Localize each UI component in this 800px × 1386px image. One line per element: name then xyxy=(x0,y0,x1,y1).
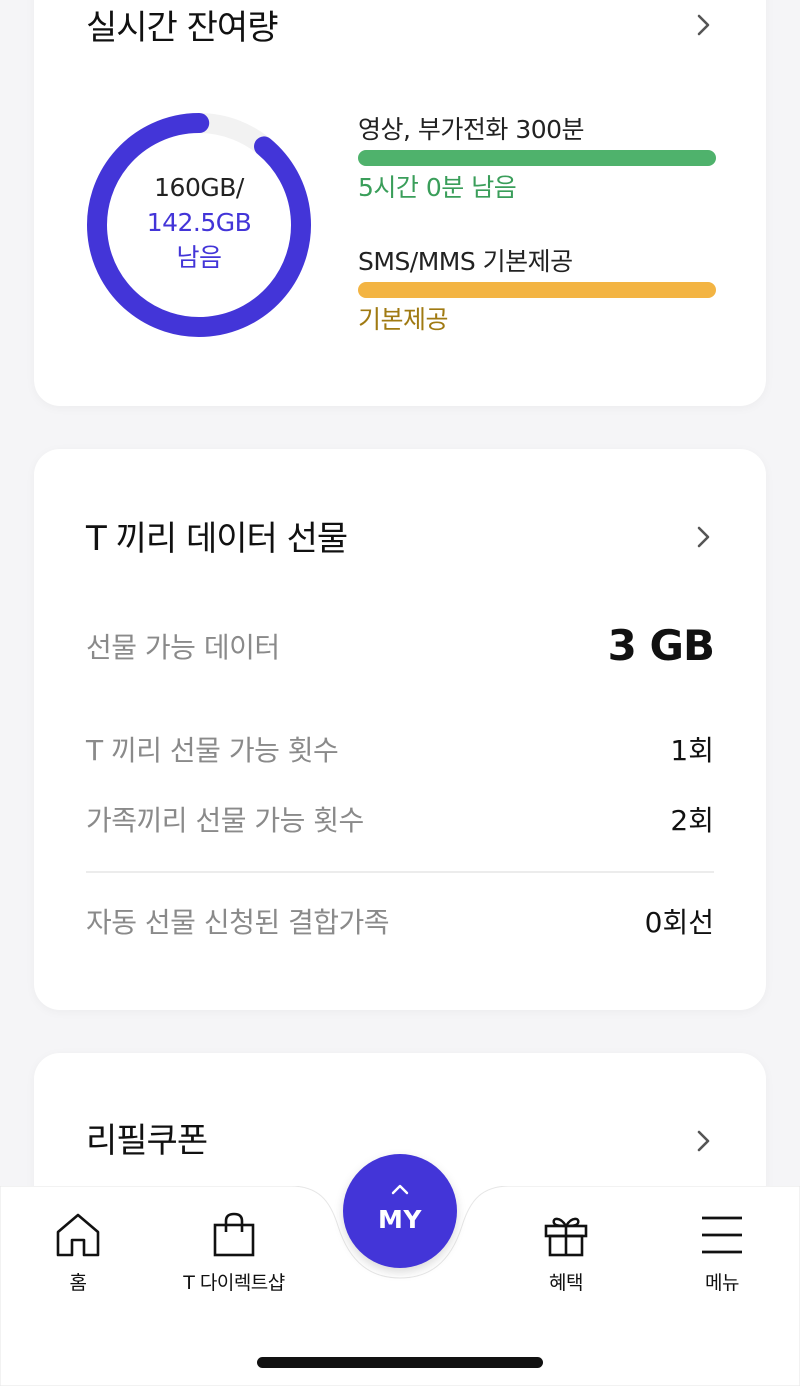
gift-auto-row: 자동 선물 신청된 결합가족 0회선 xyxy=(86,901,714,941)
gift-available-value: 3 GB xyxy=(607,621,715,670)
gift-title[interactable]: T 끼리 데이터 선물 xyxy=(86,511,348,560)
nav-shop-label: T 다이렉트샵 xyxy=(183,1272,285,1294)
shopping-bag-icon xyxy=(213,1212,255,1257)
plan-sms-name: SMS/MMS 기본제공 xyxy=(358,247,573,276)
gift-t-count-row: T 끼리 선물 가능 횟수 1회 xyxy=(86,729,714,769)
gift-available-row: 선물 가능 데이터 3 GB xyxy=(86,621,715,670)
chevron-right-icon[interactable] xyxy=(690,1128,716,1154)
gift-family-count-value: 2회 xyxy=(670,804,714,837)
gift-auto-value: 0회선 xyxy=(644,906,714,939)
home-icon xyxy=(56,1213,100,1257)
plan-sms-bar xyxy=(358,282,716,298)
nav-home-label: 홈 xyxy=(69,1272,87,1294)
divider xyxy=(86,871,714,873)
donut-remain-suffix: 남음 xyxy=(176,243,222,272)
donut-total: 160GB/ xyxy=(154,173,244,202)
plan-voice-status: 5시간 0분 남음 xyxy=(358,173,517,202)
plan-sms-status: 기본제공 xyxy=(358,305,449,334)
plan-voice-name: 영상, 부가전화 300분 xyxy=(358,115,585,144)
plan-voice: 영상, 부가전화 300분 5시간 0분 남음 xyxy=(358,110,716,204)
usage-card: 실시간 잔여량 160GB/ 142.5GB 남음 영상, 부가전화 300분 … xyxy=(34,0,766,406)
chevron-right-icon[interactable] xyxy=(690,12,716,38)
data-gift-card: T 끼리 데이터 선물 선물 가능 데이터 3 GB T 끼리 선물 가능 횟수… xyxy=(34,449,766,1010)
my-label: MY xyxy=(378,1204,422,1234)
gift-family-count-label: 가족끼리 선물 가능 횟수 xyxy=(86,804,364,837)
hamburger-menu-icon xyxy=(702,1216,742,1254)
chevron-up-icon xyxy=(391,1184,409,1194)
donut-remain-value: 142.5GB xyxy=(146,208,252,237)
plan-sms: SMS/MMS 기본제공 기본제공 xyxy=(358,242,716,336)
gift-t-count-label: T 끼리 선물 가능 횟수 xyxy=(86,734,339,767)
usage-title[interactable]: 실시간 잔여량 xyxy=(86,0,278,49)
nav-menu-label: 메뉴 xyxy=(705,1272,739,1294)
nav-direct-shop[interactable]: T 다이렉트샵 xyxy=(154,1212,314,1295)
chevron-right-icon[interactable] xyxy=(690,524,716,550)
donut-label: 160GB/ 142.5GB 남음 xyxy=(84,170,314,275)
bottom-nav: 홈 T 다이렉트샵 MY 혜택 메뉴 xyxy=(0,1154,800,1386)
my-button[interactable]: MY xyxy=(343,1154,457,1268)
gift-auto-label: 자동 선물 신청된 결합가족 xyxy=(86,906,390,939)
plan-voice-bar xyxy=(358,150,716,166)
refill-title[interactable]: 리필쿠폰 xyxy=(86,1113,208,1162)
gift-icon xyxy=(544,1217,588,1257)
nav-home[interactable]: 홈 xyxy=(0,1212,158,1295)
gift-available-label: 선물 가능 데이터 xyxy=(86,630,280,664)
nav-benefit[interactable]: 혜택 xyxy=(486,1212,646,1295)
nav-benefit-label: 혜택 xyxy=(549,1272,583,1294)
nav-menu[interactable]: 메뉴 xyxy=(642,1212,800,1295)
gift-t-count-value: 1회 xyxy=(670,734,714,767)
home-indicator xyxy=(257,1357,543,1368)
gift-family-count-row: 가족끼리 선물 가능 횟수 2회 xyxy=(86,799,714,839)
